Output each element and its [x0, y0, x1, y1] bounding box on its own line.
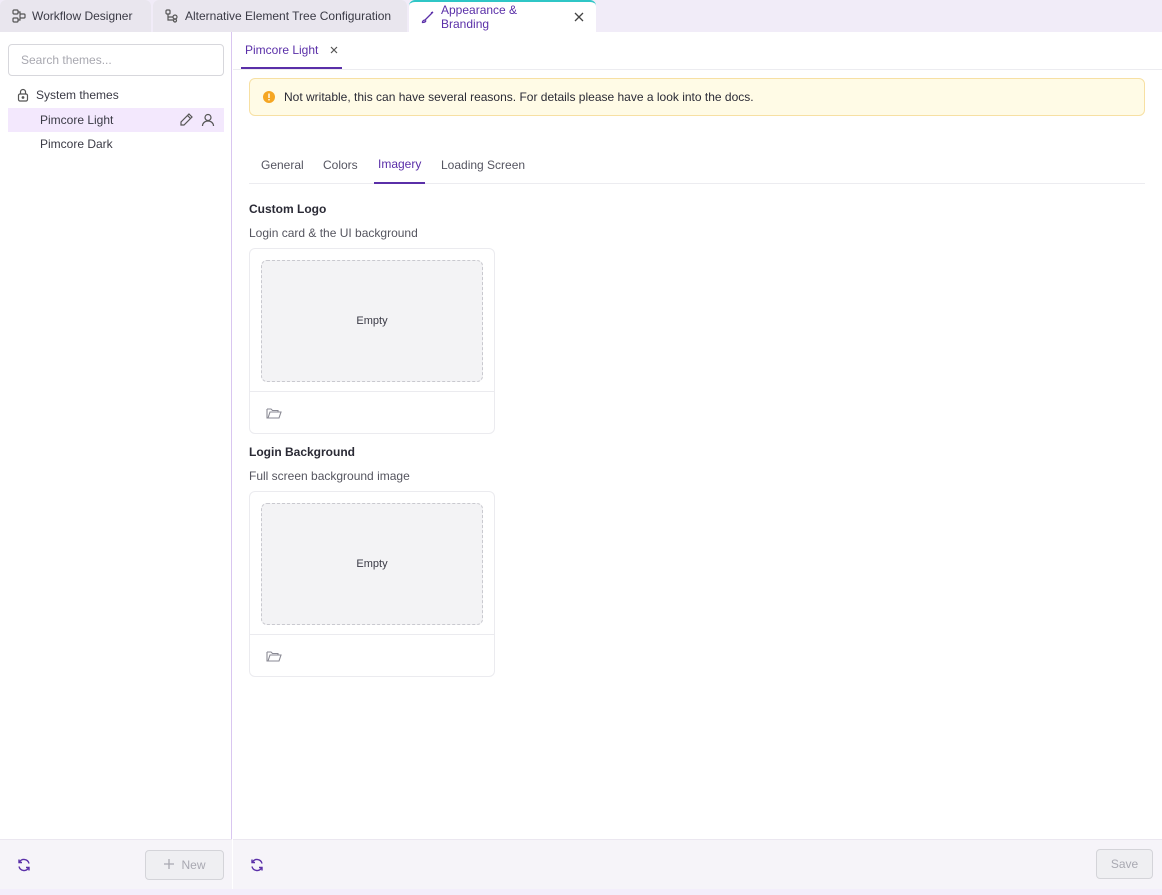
- editor-tabs: General Colors Imagery Loading Screen: [249, 146, 1145, 184]
- tab-label: Appearance & Branding: [441, 3, 518, 31]
- editor-footer: Save: [233, 839, 1162, 889]
- tree-config-icon: [165, 9, 179, 23]
- tab-imagery[interactable]: Imagery: [374, 146, 426, 184]
- refresh-icon[interactable]: [16, 857, 32, 873]
- tree-item-label: Pimcore Dark: [40, 137, 113, 151]
- brush-icon: [421, 10, 435, 24]
- tree-item-pimcore-dark[interactable]: Pimcore Dark: [8, 132, 224, 156]
- warning-text: Not writable, this can have several reas…: [284, 90, 754, 104]
- workspace: System themes Pimcore Light Pimcore Dark: [0, 32, 1162, 889]
- theme-editor: Pimcore Light Not writable, this can hav…: [233, 32, 1162, 889]
- plus-icon: [163, 858, 175, 873]
- top-tab-bar: Workflow Designer Alternative Element Tr…: [0, 0, 1162, 32]
- warning-icon: [262, 90, 276, 104]
- folder-open-icon[interactable]: [266, 649, 282, 663]
- card-footer: [250, 391, 494, 433]
- tree-item-label: Pimcore Light: [40, 113, 114, 127]
- tab-label: Alternative Element Tree Configuration: [185, 9, 392, 23]
- refresh-icon[interactable]: [249, 857, 265, 873]
- tab-label: Workflow Designer: [32, 9, 133, 23]
- section-description: Full screen background image: [249, 469, 410, 483]
- section-description: Login card & the UI background: [249, 226, 418, 240]
- custom-logo-upload: Empty: [249, 248, 495, 434]
- edit-icon[interactable]: [178, 112, 194, 131]
- search-input[interactable]: [8, 44, 224, 76]
- close-icon[interactable]: [330, 46, 338, 54]
- sidebar-footer: New: [0, 839, 232, 889]
- tab-colors[interactable]: Colors: [323, 146, 358, 184]
- tab-alternative-element-tree-configuration[interactable]: Alternative Element Tree Configuration: [153, 0, 407, 32]
- divider: [233, 69, 1162, 70]
- section-title-custom-logo: Custom Logo: [249, 202, 327, 216]
- user-icon[interactable]: [200, 112, 216, 131]
- theme-sidebar: System themes Pimcore Light Pimcore Dark: [0, 32, 232, 889]
- empty-label: Empty: [356, 558, 388, 570]
- save-button[interactable]: Save: [1096, 849, 1153, 879]
- workflow-icon: [12, 9, 26, 23]
- close-icon[interactable]: [574, 12, 584, 22]
- tab-workflow-designer[interactable]: Workflow Designer: [0, 0, 151, 32]
- empty-label: Empty: [356, 315, 388, 327]
- image-dropzone[interactable]: Empty: [261, 503, 483, 625]
- card-footer: [250, 634, 494, 676]
- lock-icon: [16, 88, 30, 102]
- new-theme-button[interactable]: New: [145, 850, 224, 880]
- tab-appearance-branding[interactable]: Appearance & Branding: [409, 0, 596, 32]
- tree-group-label: System themes: [36, 88, 119, 102]
- folder-open-icon[interactable]: [266, 406, 282, 420]
- tree-item-pimcore-light[interactable]: Pimcore Light: [8, 108, 224, 132]
- image-dropzone[interactable]: Empty: [261, 260, 483, 382]
- warning-banner: Not writable, this can have several reas…: [249, 78, 1145, 116]
- section-title-login-background: Login Background: [249, 445, 355, 459]
- login-background-upload: Empty: [249, 491, 495, 677]
- tree-group-system-themes[interactable]: System themes: [16, 88, 119, 102]
- editor-tab-pimcore-light[interactable]: Pimcore Light: [241, 32, 343, 69]
- tab-loading-screen[interactable]: Loading Screen: [441, 146, 525, 184]
- new-button-label: New: [181, 858, 206, 872]
- tab-general[interactable]: General: [261, 146, 304, 184]
- editor-tab-label: Pimcore Light: [245, 42, 319, 57]
